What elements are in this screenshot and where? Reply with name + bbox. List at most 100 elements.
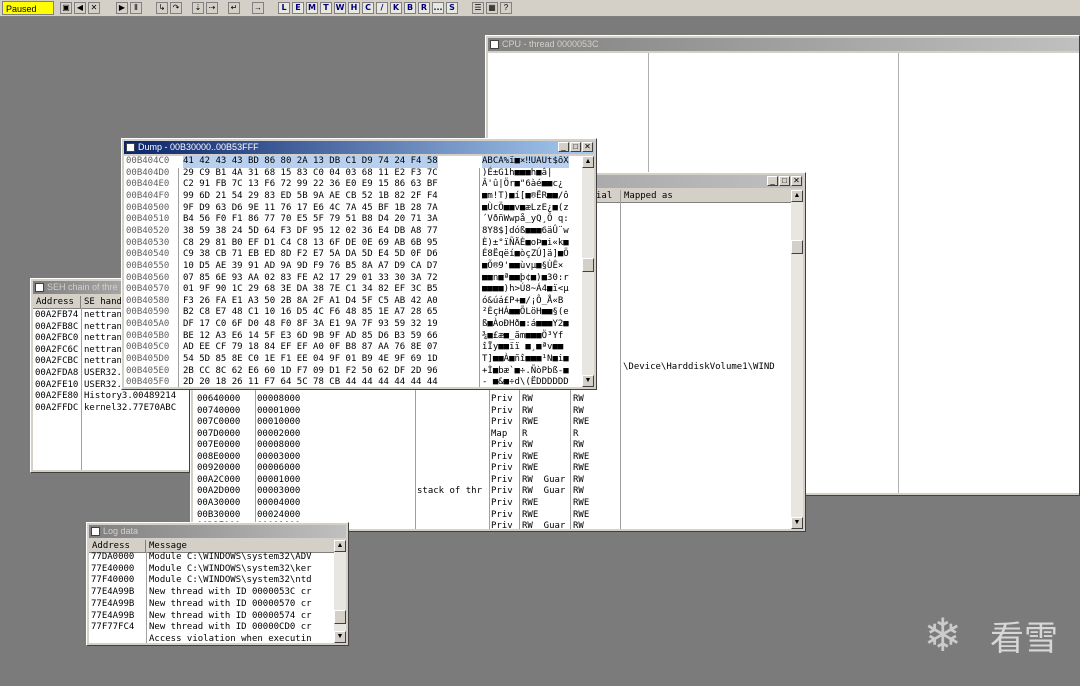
close-icon[interactable]: ✕ [582,142,593,152]
scroll-thumb[interactable] [791,240,803,254]
dump-scrollbar[interactable]: ▲ ▼ [582,156,594,387]
toolbar-button-s[interactable]: S [446,2,458,14]
list-icon[interactable]: ☰ [472,2,484,14]
log-row[interactable]: 77F77FC4 New thread with ID 00000CD0 cr [89,622,334,634]
dump-table[interactable]: 00B404C0 41 42 43 43 BD 86 80 2A 13 DB C1… [124,156,582,387]
dump-row[interactable]: 00B40500 9F D9 63 D6 9E 11 76 17 E6 4C 7A… [124,203,582,215]
log-row[interactable]: 77E40000 Module C:\WINDOWS\system32\ker [89,564,334,576]
minimize-icon[interactable]: _ [767,176,778,186]
log-row[interactable]: 77E4A99B New thread with ID 00000570 cr [89,599,334,611]
dump-row[interactable]: 00B404D0 29 C9 B1 4A 31 68 15 83 C0 04 03… [124,168,582,180]
toolbar-button-e[interactable]: E [292,2,304,14]
memory-row[interactable]: 007D0000 00002000 Map R R [193,429,791,441]
dump-row[interactable]: 00B405A0 DF 17 C0 6F D0 48 F0 8F 3A E1 9A… [124,319,582,331]
scroll-down-icon[interactable]: ▼ [582,375,594,387]
toolbar-button-dots[interactable]: ... [432,2,444,14]
memory-row[interactable]: 00A30000 00004000 Priv RWE RWE [193,498,791,510]
memory-row[interactable]: 00640000 00008000 Priv RW RW [193,394,791,406]
scroll-thumb[interactable] [334,610,346,624]
log-row[interactable]: 77E4A99B New thread with ID 00000574 cr [89,611,334,623]
open-file-icon[interactable]: ▣ [60,2,72,14]
log-table[interactable]: Address Message 77DA0000 Module C:\WINDOW… [89,540,334,643]
memory-row[interactable]: 008E0000 00003000 Priv RWE RWE [193,452,791,464]
dump-row[interactable]: 00B40580 F3 26 FA E1 A3 50 2B 8A 2F A1 D4… [124,296,582,308]
log-window[interactable]: Log data Address Message 77DA0000 Module … [86,522,349,646]
seh-row[interactable]: 00A2FFDC kernel32.77E70ABC [33,403,189,415]
run-icon[interactable]: ▶ [116,2,128,14]
dump-row[interactable]: 00B405E0 2B CC 8C 62 E6 60 1D F7 09 D1 F2… [124,366,582,378]
dump-row[interactable]: 00B40590 B2 C8 E7 48 C1 10 16 D5 4C F6 48… [124,307,582,319]
column-message[interactable]: Message [146,540,334,552]
scroll-up-icon[interactable]: ▲ [582,156,594,168]
log-row[interactable]: 77F40000 Module C:\WINDOWS\system32\ntd [89,575,334,587]
seh-row[interactable]: 00A2FE80 History3.00489214 [33,391,189,403]
column-initial[interactable]: ial [593,190,621,202]
grid-icon[interactable]: ▦ [486,2,498,14]
dump-row[interactable]: 00B405F0 2D 20 18 26 11 F7 64 5C 78 CB 44… [124,377,582,387]
toolbar-button-l[interactable]: L [278,2,290,14]
scroll-thumb[interactable] [582,258,594,272]
log-window-titlebar[interactable]: Log data [89,525,346,538]
column-address[interactable]: Address [89,540,146,552]
memory-row[interactable]: 00B30000 00024000 Priv RWE RWE [193,510,791,522]
memory-row[interactable]: 00920000 00006000 Priv RWE RWE [193,463,791,475]
toolbar-button-b[interactable]: B [404,2,416,14]
memory-map-scrollbar[interactable]: ▲ ▼ [791,190,803,529]
toolbar-button-slash[interactable]: / [376,2,388,14]
dump-row[interactable]: 00B40550 10 D5 AE 39 91 AD 9A 9D F9 76 B5… [124,261,582,273]
memory-row[interactable]: 00A2D000 00003000 stack of thr Priv RW Guar R… [193,486,791,498]
scroll-up-icon[interactable]: ▲ [791,190,803,202]
scroll-down-icon[interactable]: ▼ [791,517,803,529]
dump-row[interactable]: 00B405D0 54 5D 85 8E C0 1E F1 EE 04 9F 01… [124,354,582,366]
dump-row[interactable]: 00B40510 B4 56 F0 F1 86 77 70 E5 5F 79 51… [124,214,582,226]
memory-row[interactable]: 007E0000 00008000 Priv RW RW [193,440,791,452]
trace-over-icon[interactable]: ⇢ [206,2,218,14]
dump-row[interactable]: 00B40560 07 85 6E 93 AA 02 83 FE A2 17 29… [124,273,582,285]
memory-row[interactable]: 00A2C000 00001000 Priv RW Guar RW [193,475,791,487]
dump-row[interactable]: 00B404E0 C2 91 FB 7C 13 F6 72 99 22 36 E0… [124,179,582,191]
log-row[interactable]: Access violation when executin [89,634,334,643]
close-icon[interactable]: ✕ [791,176,802,186]
toolbar-button-r[interactable]: R [418,2,430,14]
pause-icon[interactable]: Ⅱ [130,2,142,14]
dump-row[interactable]: 00B40570 01 9F 90 1C 29 68 3E DA 38 7E C1… [124,284,582,296]
log-scrollbar[interactable]: ▲ ▼ [334,540,346,643]
toolbar-button-k[interactable]: K [390,2,402,14]
dump-row[interactable]: 00B40540 C9 38 CB 71 EB ED 8D F2 E7 5A DA… [124,249,582,261]
trace-into-icon[interactable]: ⇣ [192,2,204,14]
toolbar-button-w[interactable]: W [334,2,346,14]
memory-size: 00008000 [257,394,301,404]
toolbar-button-c[interactable]: C [362,2,374,14]
dump-row[interactable]: 00B405B0 BE 12 A3 E6 14 5F E3 6D 9B 9F AD… [124,331,582,343]
rewind-icon[interactable]: ◀ [74,2,86,14]
maximize-icon[interactable]: □ [779,176,790,186]
help-icon[interactable]: ? [500,2,512,14]
memory-row[interactable]: 00740000 00001000 Priv RW RW [193,406,791,418]
dump-row[interactable]: 00B40520 38 59 38 24 5D 64 F3 DF 95 12 02… [124,226,582,238]
memory-initial: RW [573,521,584,529]
dump-window[interactable]: Dump - 00B30000..00B53FFF _ □ ✕ 00B404C0… [121,138,597,390]
dump-row[interactable]: 00B404F0 99 6D 21 54 29 83 ED 5B 9A AE CB… [124,191,582,203]
dump-row[interactable]: 00B40530 C8 29 81 B0 EF D1 C4 C8 13 6F DE… [124,238,582,250]
toolbar-button-m[interactable]: M [306,2,318,14]
dump-row[interactable]: 00B405C0 AD EE CF 79 18 84 EF EF A0 0F B8… [124,342,582,354]
cpu-window-titlebar[interactable]: CPU - thread 0000053C [488,38,1079,51]
log-row[interactable]: 77E4A99B New thread with ID 0000053C cr [89,587,334,599]
toolbar-button-h[interactable]: H [348,2,360,14]
scroll-up-icon[interactable]: ▲ [334,540,346,552]
minimize-icon[interactable]: _ [558,142,569,152]
goto-icon[interactable]: → [252,2,264,14]
maximize-icon[interactable]: □ [570,142,581,152]
log-row[interactable]: 77DA0000 Module C:\WINDOWS\system32\ADV [89,552,334,564]
execute-till-return-icon[interactable]: ↵ [228,2,240,14]
dump-window-titlebar[interactable]: Dump - 00B30000..00B53FFF [124,141,594,154]
close-icon[interactable]: ✕ [88,2,100,14]
dump-row[interactable]: 00B404C0 41 42 43 43 BD 86 80 2A 13 DB C1… [124,156,582,168]
column-mapped-as[interactable]: Mapped as [621,190,791,202]
memory-row[interactable]: 007C0000 00010000 Priv RWE RWE [193,417,791,429]
toolbar-button-t[interactable]: T [320,2,332,14]
step-over-icon[interactable]: ↷ [170,2,182,14]
step-into-icon[interactable]: ↳ [156,2,168,14]
column-address[interactable]: Address [33,296,81,308]
scroll-down-icon[interactable]: ▼ [334,631,346,643]
